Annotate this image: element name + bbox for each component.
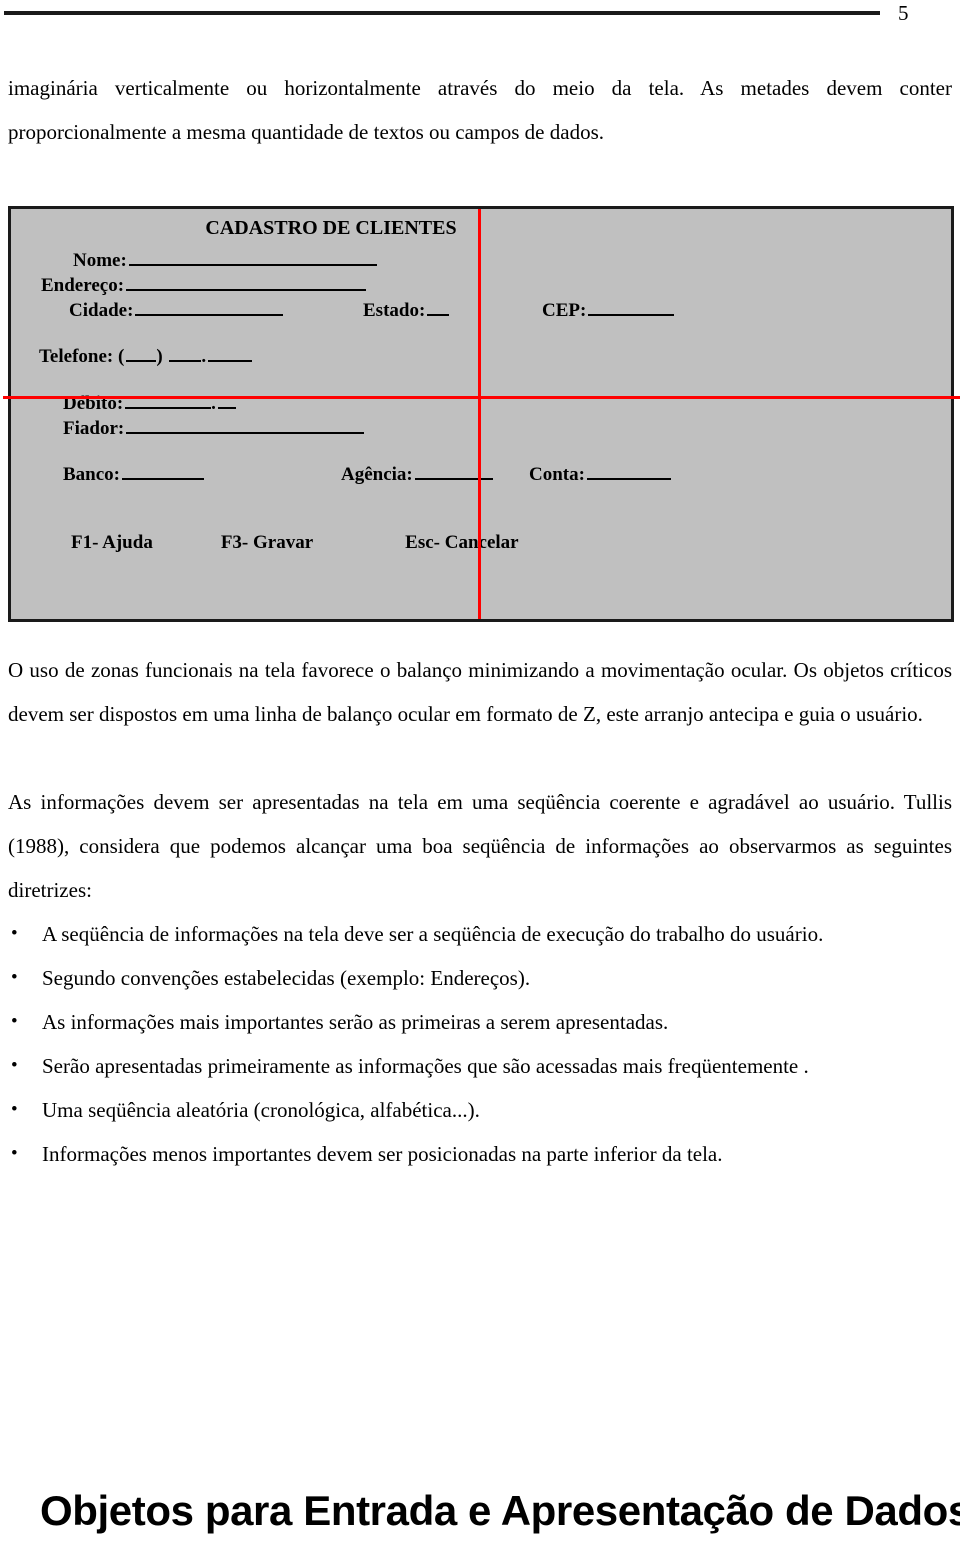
field-cidade: Cidade: <box>69 296 284 322</box>
bullet-dot-icon: • <box>11 1143 18 1164</box>
horizontal-balance-guide-line <box>3 396 960 399</box>
field-cep-label: CEP: <box>542 300 587 322</box>
field-conta-blank[interactable] <box>586 460 671 481</box>
list-item: • A seqüência de informações na tela dev… <box>8 912 952 956</box>
list-item: • Serão apresentadas primeiramente as in… <box>8 1044 952 1088</box>
field-fiador-label: Fiador: <box>63 418 125 440</box>
field-nome-blank[interactable] <box>128 246 377 267</box>
paragraph-sequencia-informacoes-text: As informações devem ser apresentadas na… <box>8 790 952 902</box>
function-key-f3-gravar[interactable]: F3- Gravar <box>221 532 313 554</box>
field-banco: Banco: <box>63 460 204 486</box>
form-mockup-figure: CADASTRO DE CLIENTES Nome: Endereço: Cid… <box>3 206 960 622</box>
list-item: • As informações mais importantes serão … <box>8 1000 952 1044</box>
field-telefone-close-paren: ) <box>156 346 163 368</box>
field-cep: CEP: <box>542 296 675 322</box>
field-estado-blank[interactable] <box>427 296 450 317</box>
list-item-text: Serão apresentadas primeiramente as info… <box>42 1054 809 1078</box>
page-number: 5 <box>898 1 909 25</box>
paragraph-zonas-funcionais-text: O uso de zonas funcionais na tela favore… <box>8 658 952 726</box>
field-telefone-ddd-blank[interactable] <box>126 342 157 363</box>
field-telefone-label: Telefone: <box>39 346 114 368</box>
field-debito-decimal-blank[interactable] <box>217 389 236 410</box>
vertical-balance-guide-line <box>478 209 481 619</box>
field-telefone-suffix-blank[interactable] <box>208 342 253 363</box>
header-rule-divider <box>4 11 880 15</box>
field-nome-label: Nome: <box>73 250 127 272</box>
form-title: CADASTRO DE CLIENTES <box>205 217 457 239</box>
field-telefone-prefix-blank[interactable] <box>169 342 202 363</box>
field-debito-blank[interactable] <box>125 389 212 410</box>
paragraph-zonas-funcionais: O uso de zonas funcionais na tela favore… <box>8 648 952 736</box>
top-paragraph: imaginária verticalmente ou horizontalme… <box>8 66 952 154</box>
field-agencia-blank[interactable] <box>414 460 493 481</box>
section-title: Objetos para Entrada e Apresentação de D… <box>40 1487 960 1534</box>
page-header: 5 <box>0 0 960 40</box>
field-telefone-open-paren: ( <box>117 346 125 368</box>
field-nome: Nome: <box>73 246 377 272</box>
field-endereco-blank[interactable] <box>126 271 367 292</box>
list-item: • Uma seqüência aleatória (cronológica, … <box>8 1088 952 1132</box>
list-item-text: Uma seqüência aleatória (cronológica, al… <box>42 1098 480 1122</box>
list-item-text: A seqüência de informações na tela deve … <box>42 922 824 946</box>
list-item-text: Segundo convenções estabelecidas (exempl… <box>42 966 531 990</box>
top-paragraph-text: imaginária verticalmente ou horizontalme… <box>8 76 952 144</box>
field-fiador-blank[interactable] <box>126 414 365 435</box>
field-agencia: Agência: <box>341 460 493 486</box>
function-key-bar: F1- Ajuda F3- Gravar Esc- Cancelar <box>71 532 519 554</box>
field-estado-label: Estado: <box>363 300 426 322</box>
list-item-text: As informações mais importantes serão as… <box>42 1010 669 1034</box>
function-key-f1-ajuda[interactable]: F1- Ajuda <box>71 532 153 554</box>
field-telefone-separator: . <box>201 346 207 368</box>
field-telefone: Telefone: () . <box>39 342 253 368</box>
function-key-esc-cancelar[interactable]: Esc- Cancelar <box>405 532 518 554</box>
list-item: • Informações menos importantes devem se… <box>8 1132 952 1176</box>
field-endereco-label: Endereço: <box>41 275 125 297</box>
bullet-dot-icon: • <box>11 967 18 988</box>
field-cidade-blank[interactable] <box>135 296 284 317</box>
field-conta: Conta: <box>529 460 671 486</box>
guideline-bullet-list: • A seqüência de informações na tela dev… <box>8 912 952 1176</box>
list-item-text: Informações menos importantes devem ser … <box>42 1142 723 1166</box>
bullet-dot-icon: • <box>11 923 18 944</box>
field-cidade-label: Cidade: <box>69 300 134 322</box>
field-banco-blank[interactable] <box>122 460 204 481</box>
bullet-dot-icon: • <box>11 1055 18 1076</box>
field-cep-blank[interactable] <box>588 296 675 317</box>
field-estado: Estado: <box>363 296 450 322</box>
list-item: • Segundo convenções estabelecidas (exem… <box>8 956 952 1000</box>
field-conta-label: Conta: <box>529 464 585 486</box>
field-debito: Débito:. <box>63 389 236 415</box>
field-banco-label: Banco: <box>63 464 120 486</box>
bullet-dot-icon: • <box>11 1011 18 1032</box>
field-endereco: Endereço: <box>41 271 367 297</box>
field-fiador: Fiador: <box>63 414 365 440</box>
paragraph-sequencia-informacoes: As informações devem ser apresentadas na… <box>8 780 952 912</box>
field-agencia-label: Agência: <box>341 464 413 486</box>
bullet-dot-icon: • <box>11 1099 18 1120</box>
